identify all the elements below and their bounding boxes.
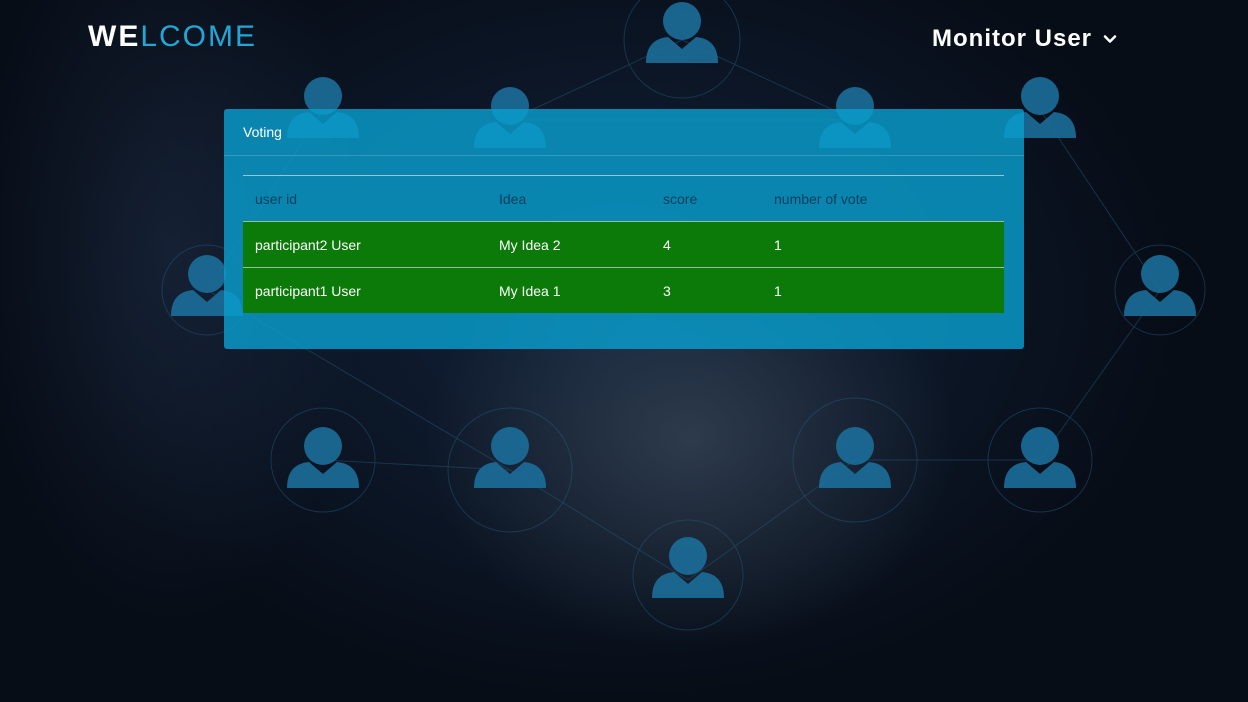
welcome-logo: WELCOME [88,20,257,54]
cell-number-of-vote: 1 [774,236,782,253]
logo-text-accent: LCOME [140,20,258,53]
cell-idea: My Idea 2 [499,236,561,253]
voting-table: user id Idea score number of vote partic… [243,175,1004,313]
cell-score: 4 [663,236,671,253]
voting-panel: Voting user id Idea score number of vote… [224,109,1024,349]
logo-text-bold: WE [88,20,141,53]
cell-user-id: participant1 User [255,282,361,299]
cell-user-id: participant2 User [255,236,361,253]
column-header-idea: Idea [499,190,527,207]
cell-score: 3 [663,282,671,299]
cell-number-of-vote: 1 [774,282,782,299]
user-menu-dropdown[interactable]: Monitor User [932,24,1118,54]
table-row[interactable]: participant1 User My Idea 1 3 1 [243,267,1004,313]
column-header-user-id: user id [255,190,298,207]
column-header-score: score [663,190,698,207]
table-header-row: user id Idea score number of vote [243,175,1004,221]
user-menu-label: Monitor User [932,25,1093,52]
table-row[interactable]: participant2 User My Idea 2 4 1 [243,221,1004,267]
cell-idea: My Idea 1 [499,282,561,299]
column-header-number-of-vote: number of vote [774,190,868,207]
chevron-down-icon [1103,35,1117,43]
panel-title: Voting [224,109,1024,156]
network-background-graphic [161,0,1206,631]
